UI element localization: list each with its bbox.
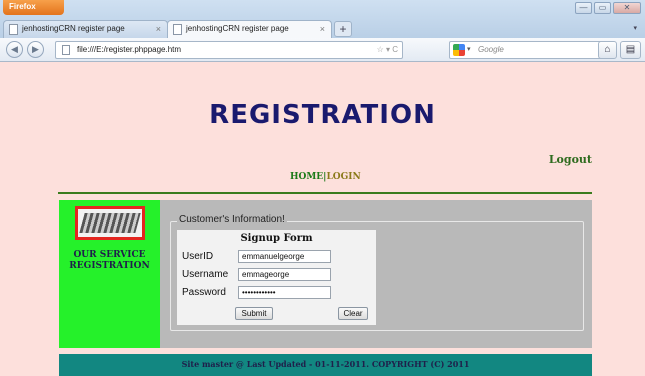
form-panel: Customer's Information! Signup Form User… — [160, 200, 592, 348]
google-icon[interactable] — [453, 44, 465, 56]
tab-1[interactable]: jenhostingCRN register page × — [3, 20, 168, 38]
forward-icon[interactable]: ▶ — [27, 41, 44, 58]
nav-links: HOME|LOGIN — [290, 172, 361, 182]
firefox-menu-button[interactable]: Firefox — [3, 0, 64, 15]
password-label: Password — [182, 287, 226, 298]
url-text: file:///E:/register.phppage.htm — [77, 45, 182, 54]
userid-label: UserID — [182, 251, 214, 262]
page-title: REGISTRATION — [209, 100, 436, 130]
tab-title: jenhostingCRN register page — [186, 24, 289, 33]
address-bar[interactable]: file:///E:/register.phppage.htm ☆ ▾ C — [55, 41, 403, 59]
fieldset-legend: Customer's Information! — [177, 214, 287, 225]
tab-close-icon[interactable]: × — [320, 24, 325, 34]
window-controls: — ▭ ✕ — [575, 2, 641, 14]
logout-link[interactable]: Logout — [549, 153, 592, 166]
new-tab-button[interactable]: + — [334, 21, 352, 37]
page-icon — [62, 45, 70, 55]
search-bar[interactable]: ▾ Google ⌕ — [449, 41, 614, 59]
signup-form: Signup Form UserID emmanuelgeorge Userna… — [177, 230, 376, 325]
footer-text: Site master @ Last Updated - 01-11-2011.… — [181, 359, 470, 369]
page-icon — [173, 24, 182, 35]
bookmark-reload-icons[interactable]: ☆ ▾ C — [377, 45, 398, 54]
page-icon — [9, 24, 18, 35]
server-rack-graphic — [79, 213, 141, 233]
browser-navbar: ◀ ▶ file:///E:/register.phppage.htm ☆ ▾ … — [0, 38, 645, 62]
page-content: REGISTRATION Logout HOME|LOGIN OUR SERVI… — [0, 62, 645, 376]
back-icon[interactable]: ◀ — [6, 41, 23, 58]
toolbar-menu-icon[interactable]: ▤ — [620, 41, 641, 59]
search-input[interactable]: Google — [478, 45, 504, 54]
service-label-line1: OUR SERVICE — [73, 250, 146, 260]
login-link[interactable]: LOGIN — [326, 172, 360, 182]
browser-titlebar: Firefox — ▭ ✕ jenhostingCRN register pag… — [0, 0, 645, 38]
divider — [58, 192, 592, 194]
tab-close-icon[interactable]: × — [156, 24, 161, 34]
tab-title: jenhostingCRN register page — [22, 24, 125, 33]
search-engine-dropdown-icon[interactable]: ▾ — [467, 45, 471, 53]
userid-field[interactable]: emmanuelgeorge — [238, 250, 331, 263]
service-label: OUR SERVICE REGISTRATION — [59, 250, 160, 272]
username-label: Username — [182, 269, 229, 280]
service-sidebar: OUR SERVICE REGISTRATION — [59, 200, 160, 348]
server-rack-image — [75, 206, 145, 240]
password-field[interactable]: •••••••••••• — [238, 286, 331, 299]
tab-list-chevron-icon[interactable]: ▾ — [633, 24, 637, 32]
clear-button[interactable]: Clear — [338, 307, 368, 320]
service-label-line2: REGISTRATION — [69, 261, 150, 271]
home-icon[interactable]: ⌂ — [598, 41, 617, 59]
form-heading: Signup Form — [240, 233, 313, 244]
close-window-button[interactable]: ✕ — [613, 2, 641, 14]
restore-button[interactable]: ▭ — [594, 2, 611, 14]
submit-button[interactable]: Submit — [235, 307, 273, 320]
customer-info-fieldset: Customer's Information! Signup Form User… — [170, 214, 584, 331]
tab-2[interactable]: jenhostingCRN register page × — [167, 20, 332, 38]
footer: Site master @ Last Updated - 01-11-2011.… — [59, 354, 592, 376]
minimize-button[interactable]: — — [575, 2, 592, 14]
home-link[interactable]: HOME — [290, 172, 323, 182]
username-field[interactable]: emmageorge — [238, 268, 331, 281]
